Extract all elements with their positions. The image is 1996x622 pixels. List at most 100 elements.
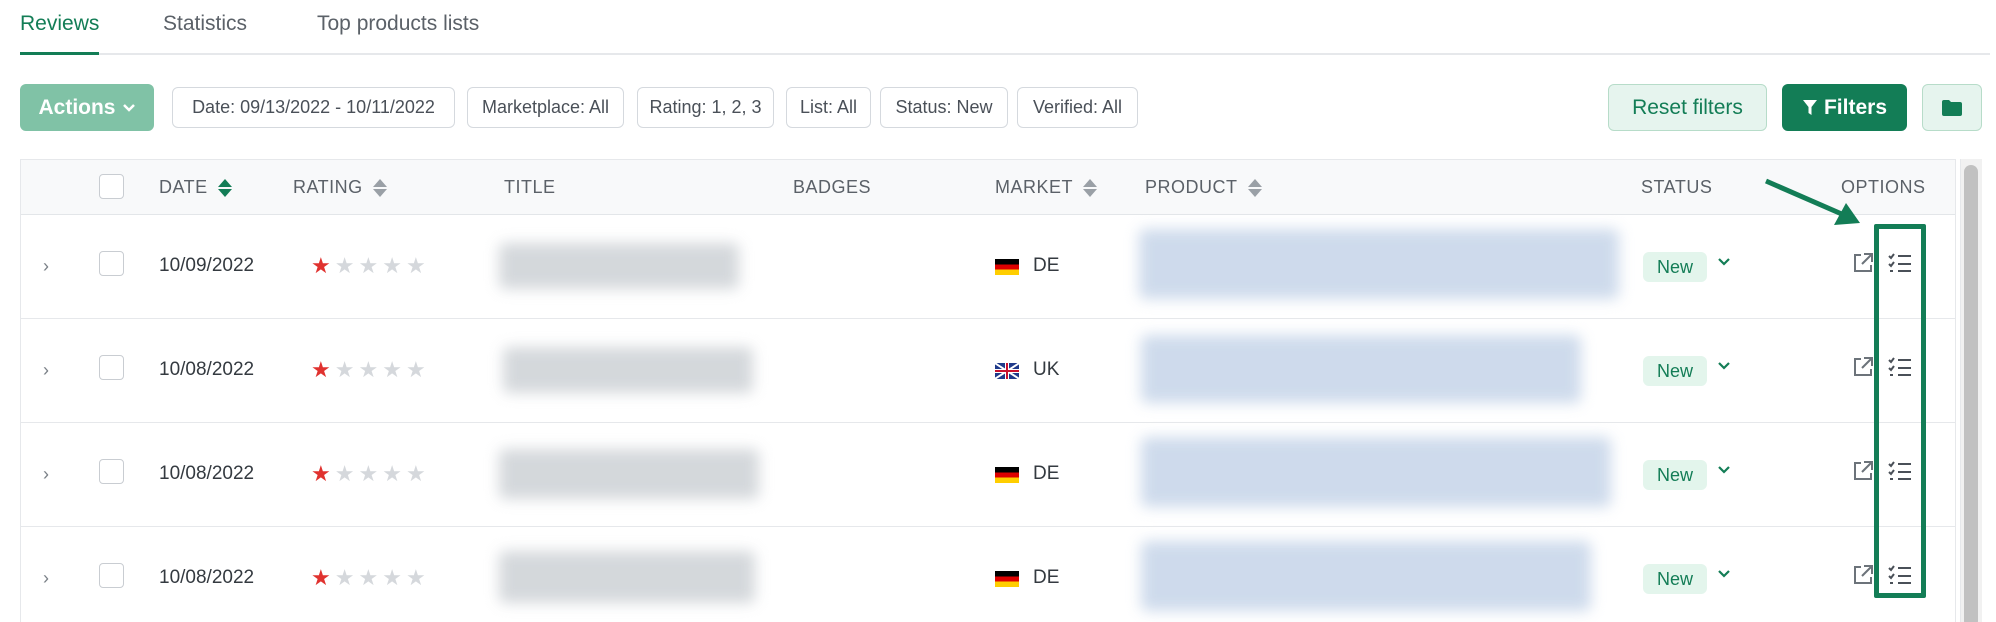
product-name-blurred (1141, 335, 1581, 403)
status-dropdown-chevron-icon[interactable] (1717, 569, 1731, 579)
star-empty-icon: ★ (382, 461, 402, 486)
star-empty-icon: ★ (405, 357, 426, 382)
actions-button[interactable]: Actions (20, 84, 154, 131)
review-title-blurred (499, 449, 759, 499)
sort-icon (217, 178, 232, 197)
star-filled-icon: ★ (311, 253, 331, 278)
row-checkbox[interactable] (99, 459, 124, 484)
star-empty-icon: ★ (358, 253, 379, 278)
tab-top-products-lists[interactable]: Top products lists (317, 12, 479, 55)
review-date: 10/08/2022 (159, 359, 255, 380)
status-badge: New (1643, 564, 1707, 594)
star-empty-icon: ★ (405, 565, 426, 590)
expand-chevron-icon[interactable]: › (43, 568, 57, 588)
flag-de-icon (995, 467, 1019, 483)
row-checkbox[interactable] (99, 563, 124, 588)
market-code: DE (1033, 463, 1060, 484)
status-dropdown-chevron-icon[interactable] (1717, 361, 1731, 371)
star-empty-icon: ★ (358, 357, 379, 382)
funnel-icon (1802, 99, 1817, 115)
external-link-icon[interactable] (1851, 563, 1875, 587)
filter-chip-date[interactable]: Date: 09/13/2022 - 10/11/2022 (172, 87, 455, 128)
star-empty-icon: ★ (405, 461, 426, 486)
table-row[interactable]: › 10/08/2022 ★ ★ ★ ★ ★ DE New (21, 527, 1955, 622)
column-header-rating[interactable]: RATING (293, 177, 387, 198)
filters-label: Filters (1823, 95, 1888, 119)
review-title-blurred (499, 551, 755, 603)
market-code: DE (1033, 255, 1060, 276)
tab-reviews[interactable]: Reviews (20, 12, 100, 55)
star-filled-icon: ★ (311, 565, 331, 590)
column-header-badges: BADGES (793, 177, 871, 198)
expand-chevron-icon[interactable]: › (43, 360, 57, 380)
column-label-title: TITLE (504, 177, 556, 197)
status-badge: New (1643, 356, 1707, 386)
star-empty-icon: ★ (382, 253, 402, 278)
select-all-checkbox[interactable] (99, 174, 124, 199)
vertical-scrollbar[interactable] (1960, 159, 1982, 622)
review-date: 10/09/2022 (159, 255, 255, 276)
rating-stars: ★ ★ ★ ★ ★ (311, 461, 426, 487)
filter-chip-verified[interactable]: Verified: All (1017, 87, 1138, 128)
star-filled-icon: ★ (311, 461, 331, 486)
folder-icon (1942, 99, 1962, 116)
rating-stars: ★ ★ ★ ★ ★ (311, 565, 426, 591)
filter-chip-marketplace[interactable]: Marketplace: All (467, 87, 624, 128)
tab-statistics[interactable]: Statistics (163, 12, 247, 55)
product-name-blurred (1141, 437, 1611, 507)
column-label-product: PRODUCT (1145, 177, 1238, 197)
annotation-highlight-box (1874, 224, 1926, 598)
scrollbar-thumb[interactable] (1964, 165, 1978, 622)
row-checkbox[interactable] (99, 251, 124, 276)
rating-stars: ★ ★ ★ ★ ★ (311, 253, 426, 279)
table-row[interactable]: › 10/08/2022 ★ ★ ★ ★ ★ DE New (21, 423, 1955, 527)
column-header-product[interactable]: PRODUCT (1145, 177, 1262, 198)
review-title-blurred (503, 347, 753, 393)
reset-filters-button[interactable]: Reset filters (1608, 84, 1767, 131)
folder-button[interactable] (1922, 84, 1982, 131)
star-empty-icon: ★ (334, 357, 355, 382)
flag-uk-icon (995, 363, 1019, 379)
star-empty-icon: ★ (382, 565, 402, 590)
column-header-market[interactable]: MARKET (995, 177, 1098, 198)
star-empty-icon: ★ (382, 357, 402, 382)
column-label-market: MARKET (995, 177, 1074, 197)
filters-button[interactable]: Filters (1782, 84, 1907, 131)
column-header-date[interactable]: DATE (159, 177, 232, 198)
expand-chevron-icon[interactable]: › (43, 256, 57, 276)
star-empty-icon: ★ (334, 565, 355, 590)
filter-chip-list[interactable]: List: All (786, 87, 871, 128)
expand-chevron-icon[interactable]: › (43, 464, 57, 484)
external-link-icon[interactable] (1851, 459, 1875, 483)
status-dropdown-chevron-icon[interactable] (1717, 465, 1731, 475)
column-label-rating: RATING (293, 177, 363, 197)
row-checkbox[interactable] (99, 355, 124, 380)
external-link-icon[interactable] (1851, 355, 1875, 379)
column-label-badges: BADGES (793, 177, 872, 197)
star-empty-icon: ★ (334, 253, 355, 278)
product-name-blurred (1141, 541, 1591, 611)
annotation-arrow-icon (1765, 178, 1860, 225)
column-label-status: STATUS (1641, 177, 1713, 197)
status-badge: New (1643, 252, 1707, 282)
review-title-blurred (499, 243, 739, 289)
column-header-status: STATUS (1641, 177, 1712, 198)
status-badge: New (1643, 460, 1707, 490)
flag-de-icon (995, 259, 1019, 275)
filter-chip-status[interactable]: Status: New (880, 87, 1008, 128)
filter-chip-rating[interactable]: Rating: 1, 2, 3 (637, 87, 774, 128)
product-name-blurred (1139, 229, 1619, 299)
external-link-icon[interactable] (1851, 251, 1875, 275)
star-empty-icon: ★ (334, 461, 355, 486)
actions-label: Actions (38, 95, 116, 119)
market-code: UK (1033, 359, 1060, 380)
status-dropdown-chevron-icon[interactable] (1717, 257, 1731, 267)
column-header-title: TITLE (504, 177, 556, 198)
star-empty-icon: ★ (358, 461, 379, 486)
reviews-table: DATE RATING TITLE BADGES MARKET PRODUCT … (20, 159, 1956, 622)
review-date: 10/08/2022 (159, 567, 255, 588)
table-row[interactable]: › 10/08/2022 ★ ★ ★ ★ ★ UK New (21, 319, 1955, 423)
star-empty-icon: ★ (358, 565, 379, 590)
table-row[interactable]: › 10/09/2022 ★ ★ ★ ★ ★ DE New (21, 215, 1955, 319)
star-empty-icon: ★ (405, 253, 426, 278)
